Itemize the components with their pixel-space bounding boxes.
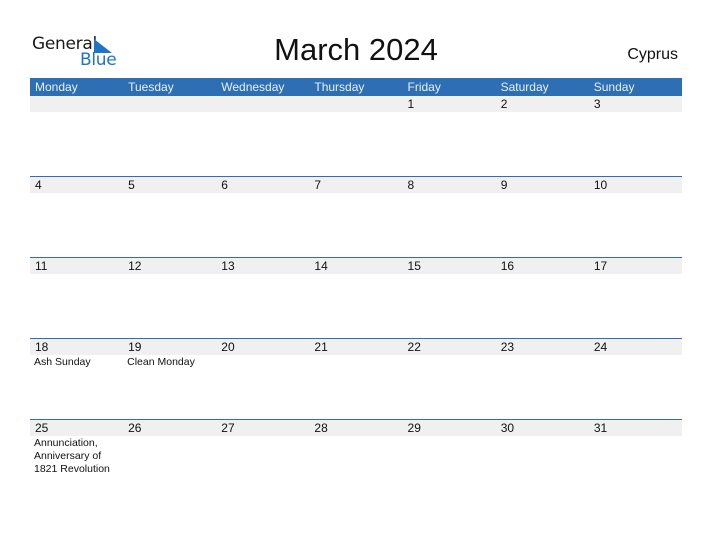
day-number: 29: [407, 421, 421, 435]
day-number: 28: [314, 421, 328, 435]
day-number: 27: [221, 421, 235, 435]
weekday-header: Monday Tuesday Wednesday Thursday Friday…: [30, 78, 682, 96]
day-cell: 24: [589, 339, 682, 420]
day-cell: 21: [309, 339, 402, 420]
week-row: 25 Annunciation, Anniversary of 1821 Revo…: [30, 419, 682, 501]
day-cell: 6: [216, 177, 309, 258]
day-cell: 15: [403, 258, 496, 339]
weekday-sunday: Sunday: [593, 80, 635, 94]
day-number: 8: [407, 178, 415, 192]
day-number: 14: [314, 259, 328, 273]
day-number: 26: [128, 421, 142, 435]
calendar-title: March 2024: [274, 32, 438, 67]
week-row: 4 5 6 7 8 9 10: [30, 176, 682, 258]
day-cell: 7: [309, 177, 402, 258]
day-number: 15: [407, 259, 421, 273]
day-number: 22: [407, 340, 421, 354]
day-number: 9: [500, 178, 508, 192]
day-cell: 28: [309, 420, 402, 501]
day-number: 7: [314, 178, 322, 192]
day-cell: 25 Annunciation, Anniversary of 1821 Revo…: [30, 420, 123, 501]
day-cell: 30: [496, 420, 589, 501]
day-number: 30: [500, 421, 515, 435]
weekday-tuesday: Tuesday: [128, 80, 174, 94]
day-cell: 14: [309, 258, 402, 339]
day-number: 4: [35, 178, 42, 192]
day-number: 5: [128, 178, 135, 192]
day-number: 6: [221, 178, 228, 192]
day-number: 16: [500, 259, 515, 273]
day-cell: 17: [589, 258, 682, 339]
weekday-friday: Friday: [407, 80, 441, 94]
day-cell: [123, 96, 216, 177]
holiday-label: Ash Sunday: [34, 356, 91, 368]
day-cell: 19 Clean Monday: [123, 339, 216, 420]
day-cell: 18 Ash Sunday: [30, 339, 123, 420]
day-number: 24: [593, 340, 608, 354]
day-cell: 16: [496, 258, 589, 339]
day-cell: 23: [496, 339, 589, 420]
weekday-thursday: Thursday: [314, 80, 365, 94]
day-cell: 29: [403, 420, 496, 501]
day-cell: 2: [496, 96, 589, 177]
week-row: 1 2 3: [30, 96, 682, 177]
day-cell: 1: [403, 96, 496, 177]
weekday-wednesday: Wednesday: [221, 80, 285, 94]
holiday-label: Clean Monday: [127, 356, 195, 368]
day-cell: 13: [216, 258, 309, 339]
day-number: 21: [314, 340, 328, 354]
day-number: 3: [593, 97, 601, 111]
day-number: 31: [593, 421, 608, 435]
day-cell: 8: [403, 177, 496, 258]
day-number: 12: [128, 259, 142, 273]
day-number: 11: [35, 259, 48, 273]
day-cell: [216, 96, 309, 177]
day-number: 2: [500, 97, 508, 111]
day-cell: [309, 96, 402, 177]
day-cell: 12: [123, 258, 216, 339]
week-row: 18 Ash Sunday 19 Clean Monday 20 21 22 23 24: [30, 338, 682, 420]
day-cell: 3: [589, 96, 682, 177]
day-cell: 22: [403, 339, 496, 420]
day-cell: 27: [216, 420, 309, 501]
day-cell: 26: [123, 420, 216, 501]
country-label: Cyprus: [627, 46, 678, 63]
week-row: 11 12 13 14 15 16 17: [30, 257, 682, 339]
day-number: 20: [221, 340, 235, 354]
day-number: 10: [593, 178, 608, 192]
day-number: 19: [128, 340, 142, 354]
day-number: 17: [593, 259, 608, 273]
weekday-monday: Monday: [35, 80, 78, 94]
day-cell: 10: [589, 177, 682, 258]
holiday-label: Annunciation, Anniversary of 1821 Revolu…: [34, 437, 110, 475]
day-cell: 11: [30, 258, 123, 339]
day-cell: [30, 96, 123, 177]
day-cell: 4: [30, 177, 123, 258]
day-number: 1: [407, 97, 415, 111]
day-cell: 20: [216, 339, 309, 420]
day-number: 25: [35, 421, 49, 435]
day-cell: 31: [589, 420, 682, 501]
day-cell: 5: [123, 177, 216, 258]
day-number: 18: [35, 340, 49, 354]
day-number: 13: [221, 259, 235, 273]
weekday-saturday: Saturday: [500, 80, 549, 94]
day-cell: 9: [496, 177, 589, 258]
day-number: 23: [500, 340, 515, 354]
